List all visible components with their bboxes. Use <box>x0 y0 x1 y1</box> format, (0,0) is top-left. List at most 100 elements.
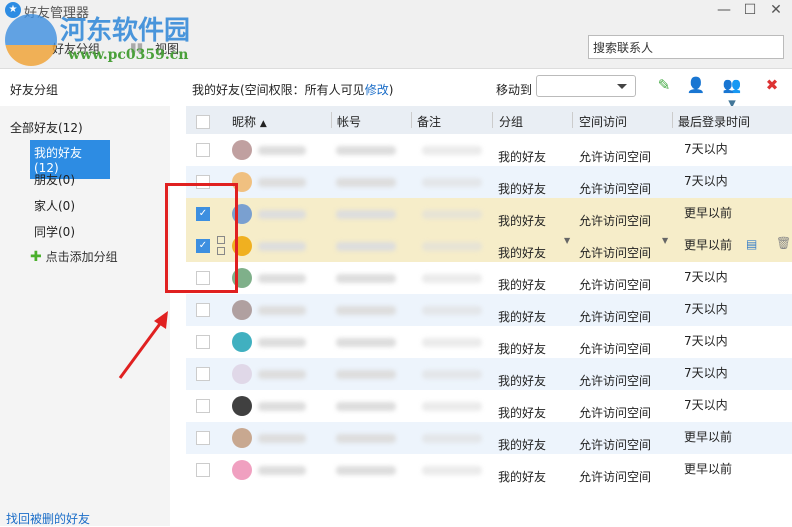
col-divider <box>492 112 493 128</box>
table-row[interactable]: 我的好友 允许访问空间 7天以内 <box>186 358 792 390</box>
close-button[interactable]: ✕ <box>764 0 788 22</box>
nickname-blurred <box>258 306 306 315</box>
modify-link[interactable]: 修改 <box>365 83 389 97</box>
account-blurred <box>336 146 396 155</box>
group-cell: 我的好友 <box>498 406 547 420</box>
nickname-blurred <box>258 178 306 187</box>
row-checkbox[interactable] <box>196 463 210 477</box>
add-group-button[interactable]: ✚ 点击添加分组 <box>30 248 118 265</box>
access-cell: 允许访问空间 <box>579 406 652 420</box>
remark-blurred <box>422 466 482 475</box>
access-cell[interactable]: 允许访问空间 <box>579 244 651 261</box>
delete-friend-icon[interactable]: ✖ <box>762 76 782 96</box>
remark-blurred <box>422 306 482 315</box>
remark-blurred <box>422 338 482 347</box>
minimize-button[interactable]: — <box>712 0 736 22</box>
access-cell: 允许访问空间 <box>579 470 652 484</box>
row-checkbox[interactable] <box>196 335 210 349</box>
col-remark[interactable]: 备注 <box>417 113 441 130</box>
nickname-blurred <box>258 338 306 347</box>
watermark-logo-icon <box>5 14 57 66</box>
last-login-cell: 7天以内 <box>684 174 728 188</box>
group-cell: 我的好友 <box>498 214 547 228</box>
account-blurred <box>336 402 396 411</box>
col-account[interactable]: 帐号 <box>337 113 361 130</box>
nickname-blurred <box>258 434 306 443</box>
table-row[interactable]: 我的好友 允许访问空间 更早以前 <box>186 454 792 486</box>
avatar <box>232 332 252 352</box>
nickname-blurred <box>258 402 306 411</box>
remark-blurred <box>422 434 482 443</box>
friend-settings-icon[interactable]: 👥▾ <box>722 76 742 112</box>
table-row[interactable]: 我的好友 允许访问空间 7天以内 <box>186 326 792 358</box>
avatar <box>232 396 252 416</box>
col-divider <box>572 112 573 128</box>
permission-text: 我的好友(空间权限：所有人可见修改) <box>192 81 393 98</box>
avatar <box>232 300 252 320</box>
edit-note-icon[interactable]: ✎ <box>654 76 674 96</box>
select-all-checkbox[interactable] <box>196 115 210 129</box>
row-checkbox[interactable] <box>196 431 210 445</box>
group-cell: 我的好友 <box>498 470 547 484</box>
watermark-url: www.pc0359.cn <box>68 47 189 63</box>
group-cell: 我的好友 <box>498 342 547 356</box>
profile-card-icon[interactable]: ▤ <box>746 237 757 251</box>
nickname-blurred <box>258 242 306 251</box>
group-classmates[interactable]: 同学(0) <box>34 223 75 240</box>
trash-icon[interactable]: 🗑 <box>776 236 791 250</box>
group-cell: 我的好友 <box>498 374 547 388</box>
perm-prefix: 我的好友(空间权限：所有人可见 <box>192 83 365 97</box>
plus-icon: ✚ <box>30 249 42 265</box>
search-input[interactable]: 搜索联系人 <box>588 35 784 59</box>
row-checkbox[interactable] <box>196 143 210 157</box>
table-row[interactable]: 我的好友 允许访问空间 7天以内 <box>186 294 792 326</box>
col-divider <box>331 112 332 128</box>
group-family[interactable]: 家人(0) <box>34 197 75 214</box>
access-cell: 允许访问空间 <box>579 374 652 388</box>
maximize-button[interactable]: ☐ <box>738 0 762 22</box>
account-blurred <box>336 274 396 283</box>
group-cell: 我的好友 <box>498 278 547 292</box>
col-group[interactable]: 分组 <box>499 113 523 130</box>
move-to-select[interactable] <box>536 75 636 97</box>
restore-deleted-link[interactable]: 找回被删的好友 <box>6 510 90 527</box>
last-login-cell: 7天以内 <box>684 366 728 380</box>
last-login-cell: 更早以前 <box>684 430 733 444</box>
row-checkbox[interactable] <box>196 303 210 317</box>
group-friends[interactable]: 朋友(0) <box>34 171 75 188</box>
group-cell: 我的好友 <box>498 310 547 324</box>
access-cell: 允许访问空间 <box>579 438 652 452</box>
group-all[interactable]: 全部好友(12) <box>10 119 83 136</box>
table-row[interactable]: ✓ 我的好友 允许访问空间 更早以前 ▼ ▼ ▤ 🗑 <box>186 230 792 262</box>
table-row[interactable]: 我的好友 允许访问空间 7天以内 <box>186 134 792 166</box>
annotation-highlight-box <box>165 183 238 293</box>
table-row[interactable]: 我的好友 允许访问空间 7天以内 <box>186 262 792 294</box>
table-row[interactable]: 我的好友 允许访问空间 7天以内 <box>186 390 792 422</box>
col-nickname-label: 昵称 <box>232 115 257 129</box>
access-cell: 允许访问空间 <box>579 214 652 228</box>
group-cell: 我的好友 <box>498 150 547 164</box>
col-last-login[interactable]: 最后登录时间 <box>678 113 750 130</box>
nickname-blurred <box>258 274 306 283</box>
watermark: 河东软件园 <box>60 16 191 46</box>
access-cell: 允许访问空间 <box>579 150 652 164</box>
row-checkbox[interactable] <box>196 399 210 413</box>
col-space-access[interactable]: 空间访问 <box>579 113 627 130</box>
avatar <box>232 460 252 480</box>
group-cell: 我的好友 <box>498 182 547 196</box>
row-checkbox[interactable] <box>196 367 210 381</box>
access-dropdown-icon[interactable]: ▼ <box>662 236 668 245</box>
account-blurred <box>336 338 396 347</box>
table-row[interactable]: ✓ 我的好友 允许访问空间 更早以前 <box>186 198 792 230</box>
group-dropdown-icon[interactable]: ▼ <box>564 236 570 245</box>
add-friend-icon[interactable]: 👤 <box>686 76 706 96</box>
group-cell[interactable]: 我的好友 <box>498 244 546 261</box>
table-row[interactable]: 我的好友 允许访问空间 更早以前 <box>186 422 792 454</box>
col-divider <box>411 112 412 128</box>
last-login-cell: 7天以内 <box>684 142 728 156</box>
col-nickname[interactable]: 昵称 ▲ <box>232 113 267 130</box>
remark-blurred <box>422 242 482 251</box>
annotation-arrow <box>118 311 168 379</box>
perm-suffix: ) <box>388 83 394 97</box>
table-row[interactable]: 我的好友 允许访问空间 7天以内 <box>186 166 792 198</box>
